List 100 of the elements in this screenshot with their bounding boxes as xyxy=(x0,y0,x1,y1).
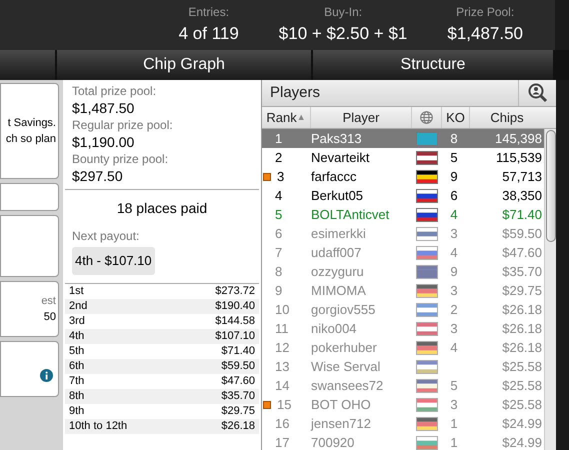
info-icon[interactable] xyxy=(40,368,53,382)
tab[interactable]: Chip Graph xyxy=(57,50,311,80)
chips-amount: $24.99 xyxy=(501,414,543,433)
player-name: Paks313 xyxy=(311,130,363,148)
card-text: t Savings. xyxy=(8,116,56,130)
player-row[interactable]: 8 ozzyguru 9 $35.70 xyxy=(262,262,544,281)
player-name: niko004 xyxy=(311,320,358,338)
player-row[interactable]: 17 700920 1 $24.99 xyxy=(262,433,544,450)
flag-icon xyxy=(416,340,438,354)
flag-icon xyxy=(416,150,438,164)
player-name: BOT OHO xyxy=(311,396,372,414)
chips-amount: $25.58 xyxy=(501,358,543,376)
prize-value: $297.50 xyxy=(72,168,124,185)
player-name: ozzyguru xyxy=(311,262,365,281)
player-name: MIMOMA xyxy=(311,282,367,300)
card-text: 50 xyxy=(44,310,56,325)
rank-text: 11 xyxy=(275,320,288,338)
chips-amount: $47.60 xyxy=(501,244,543,262)
player-row[interactable]: 5 BOLTAnticvet 4 $71.40 xyxy=(262,205,544,224)
flag-icon xyxy=(416,188,438,202)
player-row[interactable]: 7 udaff007 4 $47.60 xyxy=(262,243,544,262)
ko-count: 3 xyxy=(449,224,459,243)
player-name: esimerkki xyxy=(311,224,367,243)
stat-label: Prize Pool: xyxy=(456,4,514,22)
player-name: Nevarteikt xyxy=(311,148,371,167)
prize-label: Total prize pool: xyxy=(72,83,158,100)
scrollbar[interactable] xyxy=(544,129,556,450)
player-row[interactable]: 4 Berkut05 6 38,350 xyxy=(262,186,544,205)
payout-amount: $71.40 xyxy=(221,344,255,359)
rank-text: 1 xyxy=(275,130,282,148)
rank-text: 15 xyxy=(277,396,292,414)
prize-value: $1,487.50 xyxy=(72,100,136,117)
ko-count: 8 xyxy=(449,130,459,148)
chips-amount: 145,398 xyxy=(494,130,543,148)
flag-icon xyxy=(416,416,438,430)
column-header[interactable]: KO xyxy=(442,107,470,128)
payout-place: 10th to 12th xyxy=(69,418,128,434)
player-row[interactable]: 12 pokerhuber 4 $26.18 xyxy=(262,338,544,357)
player-row[interactable]: 2 Nevarteikt 5 115,539 xyxy=(262,148,544,167)
payout-place: 6th xyxy=(69,358,84,374)
player-name: BOLTAnticvet xyxy=(311,206,390,224)
payout-place: 3rd xyxy=(69,314,85,329)
flag-icon xyxy=(416,322,438,336)
rank-text: 8 xyxy=(275,262,282,281)
rank-text: 2 xyxy=(275,148,282,167)
chips-amount: 38,350 xyxy=(501,186,543,205)
player-row[interactable]: 15 BOT OHO 3 $25.58 xyxy=(262,395,544,414)
ko-count: 4 xyxy=(449,338,459,357)
rank-text: 10 xyxy=(275,300,290,319)
card-text: ch so plan xyxy=(6,132,56,147)
player-row[interactable]: 11 niko004 3 $26.18 xyxy=(262,319,544,338)
chips-amount: 115,539 xyxy=(494,148,543,167)
player-row[interactable]: 10 gorgiov555 2 $26.18 xyxy=(262,300,544,319)
prize-label: Bounty prize pool: xyxy=(72,151,170,168)
rank-text: 13 xyxy=(275,358,290,376)
rank-text: 12 xyxy=(275,338,290,357)
ko-count: 1 xyxy=(449,434,459,450)
column-header[interactable]: Player xyxy=(311,107,412,128)
player-row[interactable]: 1 Paks313 8 145,398 xyxy=(262,129,544,148)
payout-place: 5th xyxy=(69,344,84,359)
prize-label: Regular prize pool: xyxy=(72,117,174,134)
ko-count: 5 xyxy=(449,376,459,395)
stat-label: Buy-In: xyxy=(324,4,362,22)
player-name: gorgiov555 xyxy=(311,300,376,319)
rank-text: 7 xyxy=(275,244,282,262)
column-header[interactable]: Rank▲ xyxy=(262,107,311,128)
flag-icon xyxy=(416,284,438,298)
tab[interactable]: Structure xyxy=(313,50,553,80)
ko-count: 1 xyxy=(449,414,459,433)
ko-count: 3 xyxy=(449,396,459,414)
player-row[interactable]: 9 MIMOMA 3 $29.75 xyxy=(262,281,544,300)
ko-count: 9 xyxy=(449,262,459,281)
stat-value: 4 of 119 xyxy=(178,23,239,46)
chips-amount: $29.75 xyxy=(501,282,543,300)
player-row[interactable]: 3 farfaccc 9 57,713 xyxy=(262,167,544,186)
player-row[interactable]: 6 esimerkki 3 $59.50 xyxy=(262,224,544,243)
flag-icon xyxy=(416,246,438,260)
player-name: pokerhuber xyxy=(311,338,378,357)
player-row[interactable]: 16 jensen712 1 $24.99 xyxy=(262,414,544,433)
player-name: udaff007 xyxy=(311,244,362,262)
payout-amount: $190.40 xyxy=(215,298,255,314)
flag-icon xyxy=(416,226,438,240)
player-name: farfaccc xyxy=(311,168,358,186)
column-header[interactable]: Chips xyxy=(470,107,544,128)
rank-text: 6 xyxy=(275,224,282,243)
chips-amount: $26.18 xyxy=(501,320,543,338)
payout-amount: $47.60 xyxy=(221,374,255,389)
flag-icon xyxy=(416,436,438,450)
next-payout-label: Next payout: xyxy=(72,228,140,245)
payout-place: 1st xyxy=(69,284,84,299)
player-row[interactable]: 14 swansees72 5 $25.58 xyxy=(262,376,544,395)
ko-count: 3 xyxy=(449,320,459,338)
rank-text: 16 xyxy=(275,414,290,433)
rank-text: 5 xyxy=(275,206,282,224)
chips-amount: $71.40 xyxy=(501,206,543,224)
payout-amount: $35.70 xyxy=(221,388,255,404)
player-row[interactable]: 13 Wise Serval $25.58 xyxy=(262,357,544,376)
search-icon xyxy=(528,83,548,103)
payout-amount: $273.72 xyxy=(215,284,255,299)
payout-amount: $107.10 xyxy=(215,328,255,344)
